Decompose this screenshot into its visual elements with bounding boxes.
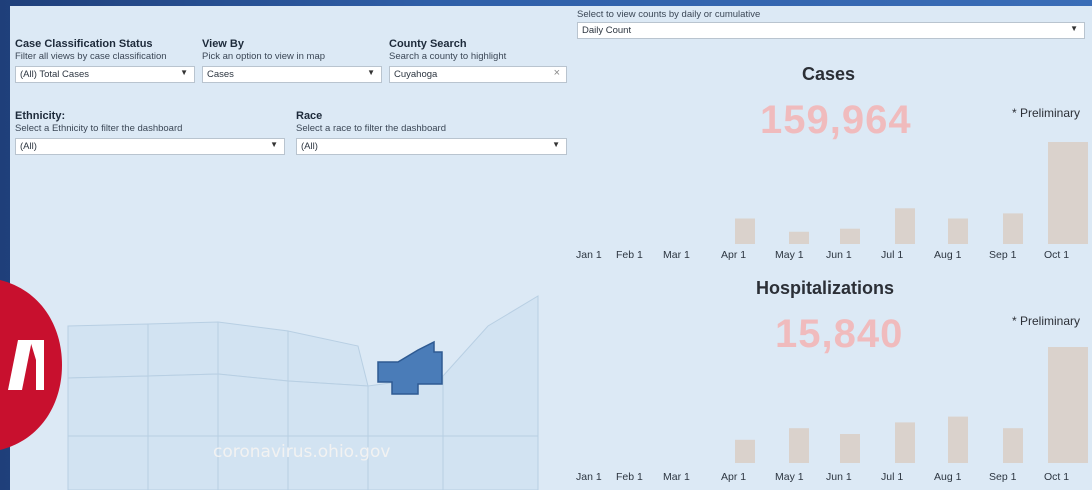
case-classification-dropdown[interactable]: (All) Total Cases ▼ [15,66,195,83]
county-shape[interactable] [287,380,369,437]
chevron-down-icon: ▼ [1070,24,1078,33]
chart-bar[interactable] [789,428,809,463]
clear-x-icon[interactable]: × [554,67,560,79]
chart-bar[interactable] [735,218,755,245]
view-by-dropdown[interactable]: Cases ▼ [202,66,382,83]
x-tick-label: Aug 1 [934,471,962,483]
ethnicity-subtitle: Select a Ethnicity to filter the dashboa… [15,123,183,134]
chart-bar[interactable] [1003,213,1023,244]
county-search-title: County Search [389,38,467,50]
count-mode-dropdown[interactable]: Daily Count ▼ [577,22,1085,39]
county-shape[interactable] [67,375,149,437]
case-classification-value: (All) Total Cases [20,69,89,80]
county-shape[interactable] [147,435,219,490]
county-shape[interactable] [442,435,539,490]
x-tick-label: Feb 1 [616,249,643,261]
hospitalizations-chart-title: Hospitalizations [756,278,895,298]
x-tick-label: Jan 1 [576,249,602,261]
hospitalizations-chart [735,347,1088,463]
county-shape[interactable] [147,373,219,437]
ohio-logo-icon [0,280,62,450]
chevron-down-icon: ▼ [180,68,188,77]
view-by-value: Cases [207,69,234,80]
x-tick-label: May 1 [775,249,804,261]
chart-bar[interactable] [840,228,860,244]
chart-bar[interactable] [895,208,915,244]
county-shape[interactable] [217,373,289,437]
x-tick-label: Jun 1 [826,471,852,483]
chart-bar[interactable] [948,416,968,463]
dashboard-panel: Case Classification Status Filter all vi… [10,6,1092,490]
chart-bar[interactable] [895,422,915,463]
x-tick-label: Aug 1 [934,249,962,261]
hospitalizations-preliminary-note: * Preliminary [1012,314,1081,328]
x-tick-label: Apr 1 [721,249,747,261]
county-search-input[interactable]: Cuyahoga × [389,66,567,83]
chart-bar[interactable] [948,218,968,245]
x-tick-label: Feb 1 [616,471,643,483]
x-tick-label: Jan 1 [576,471,602,483]
count-mode-subtitle: Select to view counts by daily or cumula… [577,9,761,20]
chevron-down-icon: ▼ [367,68,375,77]
x-tick-label: May 1 [775,471,804,483]
x-tick-label: Sep 1 [989,249,1017,261]
chart-bar[interactable] [1048,142,1088,244]
x-tick-label: Sep 1 [989,471,1017,483]
case-classification-subtitle: Filter all views by case classification [15,51,167,62]
ethnicity-dropdown[interactable]: (All) ▼ [15,138,285,155]
county-search-subtitle: Search a county to highlight [389,51,507,62]
x-tick-label: Jun 1 [826,249,852,261]
county-shape[interactable] [287,330,369,387]
cases-chart [735,142,1088,245]
chart-bar[interactable] [789,231,809,244]
count-mode-value: Daily Count [582,25,632,36]
chevron-down-icon: ▼ [552,140,560,149]
x-tick-label: Oct 1 [1044,249,1070,261]
ethnicity-value: (All) [20,141,37,152]
race-value: (All) [301,141,318,152]
county-search-value: Cuyahoga [394,69,438,80]
county-shape[interactable] [147,321,219,377]
x-tick-label: Mar 1 [663,249,690,261]
view-by-subtitle: Pick an option to view in map [202,51,326,62]
county-shape[interactable] [67,323,149,379]
race-subtitle: Select a race to filter the dashboard [296,123,446,134]
x-tick-label: Jul 1 [881,471,904,483]
race-dropdown[interactable]: (All) ▼ [296,138,567,155]
county-shape[interactable] [67,435,149,490]
chart-bar[interactable] [1003,428,1023,463]
race-title: Race [296,110,323,122]
view-by-title: View By [202,38,244,50]
chart-bar[interactable] [840,434,860,463]
case-classification-title: Case Classification Status [15,38,153,50]
cases-chart-title: Cases [802,64,856,84]
chevron-down-icon: ▼ [270,140,278,149]
chart-bar[interactable] [735,439,755,463]
cases-preliminary-note: * Preliminary [1012,106,1081,120]
x-tick-label: Mar 1 [663,471,690,483]
x-tick-label: Apr 1 [721,471,747,483]
county-shape[interactable] [442,295,539,437]
county-shape[interactable] [217,321,289,382]
x-tick-label: Oct 1 [1044,471,1070,483]
chart-bar[interactable] [1048,347,1088,463]
x-tick-label: Jul 1 [881,249,904,261]
ethnicity-title: Ethnicity: [15,110,66,122]
site-url-watermark: coronavirus.ohio.gov [213,442,391,462]
